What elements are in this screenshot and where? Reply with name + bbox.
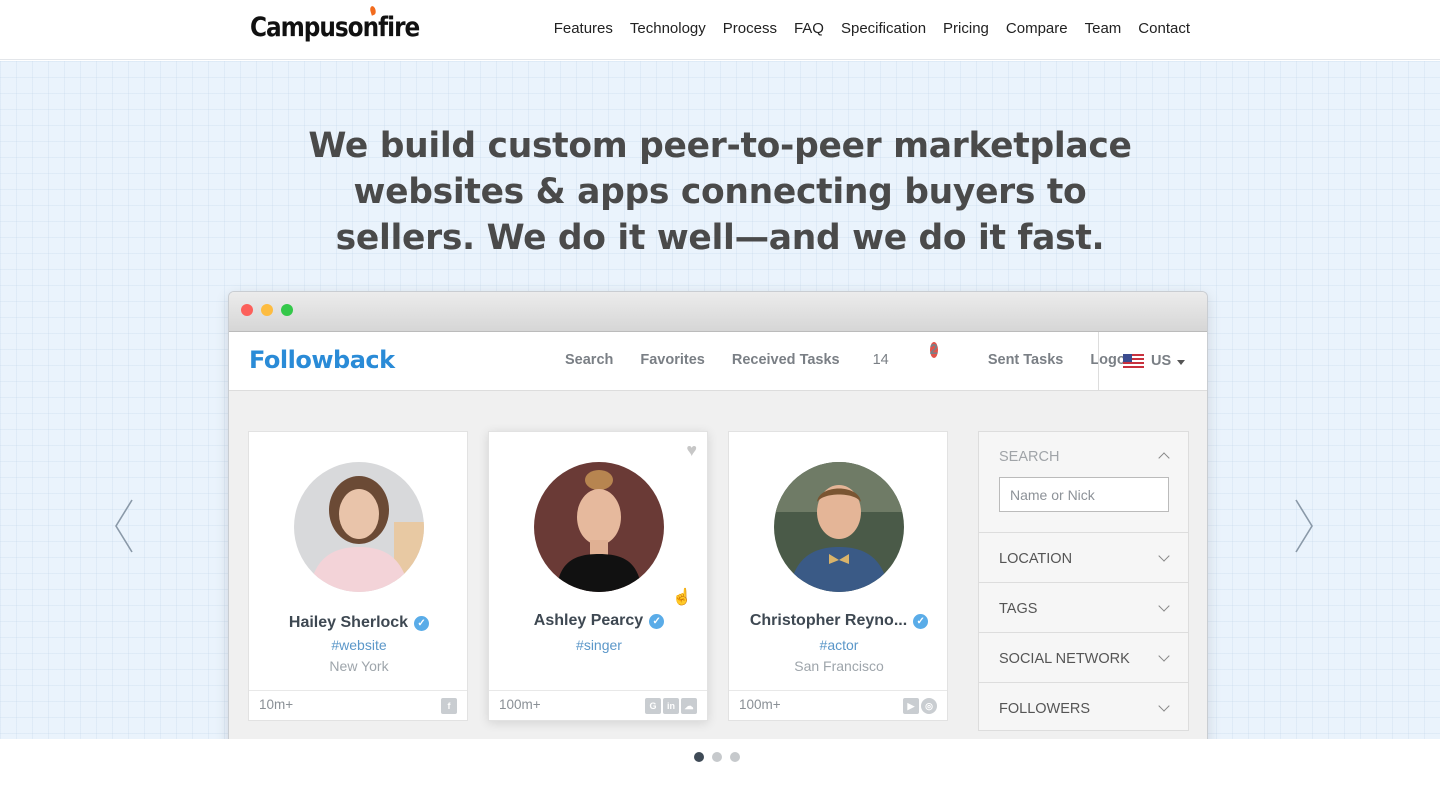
carousel-dot[interactable] xyxy=(712,752,722,762)
minimize-dot-icon xyxy=(261,304,273,316)
site-logo[interactable]: Campusonfire xyxy=(250,5,420,43)
favorite-heart-icon[interactable]: ♥ xyxy=(686,440,697,461)
avatar xyxy=(534,462,664,592)
received-tasks-label: Received Tasks xyxy=(731,352,840,368)
followers-count: 100m+ xyxy=(739,697,781,712)
filter-followers[interactable]: FOLLOWERS xyxy=(979,683,1188,732)
notification-badge: 2 xyxy=(929,342,938,358)
app-header: Followback Search Favorites Received Tas… xyxy=(229,332,1207,391)
nav-features[interactable]: Features xyxy=(554,20,613,37)
carousel-dot[interactable] xyxy=(694,752,704,762)
main-nav: Features Technology Process FAQ Specific… xyxy=(537,20,1190,37)
caret-down-icon xyxy=(1177,360,1185,365)
nav-compare[interactable]: Compare xyxy=(1006,20,1068,37)
app-nav-sent-tasks[interactable]: Sent Tasks xyxy=(988,352,1064,368)
filter-location-label: LOCATION xyxy=(999,551,1073,567)
chevron-down-icon xyxy=(1158,550,1170,562)
verified-icon: ✓ xyxy=(414,616,430,631)
filter-tags[interactable]: TAGS xyxy=(979,583,1188,633)
hero-section: We build custom peer-to-peer marketplace… xyxy=(0,61,1440,739)
nav-process[interactable]: Process xyxy=(723,20,777,37)
verified-icon: ✓ xyxy=(649,614,665,629)
nav-contact[interactable]: Contact xyxy=(1138,20,1190,37)
facebook-icon[interactable]: f xyxy=(441,698,457,714)
hand-cursor-icon: ☝ xyxy=(672,589,692,606)
filter-social-network-label: SOCIAL NETWORK xyxy=(999,651,1130,667)
nav-specification[interactable]: Specification xyxy=(841,20,926,37)
us-flag-icon xyxy=(1123,354,1144,368)
profile-tag[interactable]: #singer xyxy=(489,637,709,653)
app-nav: Search Favorites Received Tasks 14 2 Sent … xyxy=(565,342,1166,368)
chevron-down-icon xyxy=(1158,700,1170,712)
filter-sidebar: SEARCH LOCATION TAGS SOCIAL NETWORK xyxy=(978,431,1189,731)
soundcloud-icon[interactable]: ☁ xyxy=(681,698,697,714)
linkedin-icon[interactable]: in xyxy=(663,698,679,714)
card-footer: 100m+ ▶ ◎ xyxy=(729,690,947,720)
received-tasks-count: 14 xyxy=(872,352,889,368)
app-nav-favorites[interactable]: Favorites xyxy=(640,352,704,368)
profile-tag[interactable]: #actor xyxy=(729,637,949,653)
filter-location[interactable]: LOCATION xyxy=(979,533,1188,583)
app-content: Hailey Sherlock ✓ #website New York 10m+ … xyxy=(229,391,1207,739)
carousel-next-icon[interactable] xyxy=(1292,498,1316,554)
nav-pricing[interactable]: Pricing xyxy=(943,20,989,37)
nav-technology[interactable]: Technology xyxy=(630,20,706,37)
profile-card[interactable]: Hailey Sherlock ✓ #website New York 10m+ … xyxy=(248,431,468,721)
avatar xyxy=(774,462,904,592)
card-footer: 100m+ G in ☁ xyxy=(489,690,707,720)
nav-team[interactable]: Team xyxy=(1085,20,1122,37)
profile-name[interactable]: Christopher Reyno... ✓ xyxy=(729,612,949,630)
carousel-dot[interactable] xyxy=(730,752,740,762)
profile-city: New York xyxy=(329,658,389,674)
verified-icon: ✓ xyxy=(913,614,929,629)
hero-headline: We build custom peer-to-peer marketplace… xyxy=(308,126,1132,258)
language-selector[interactable]: US xyxy=(1098,332,1207,391)
google-plus-icon[interactable]: G xyxy=(645,698,661,714)
chevron-down-icon xyxy=(1158,600,1170,612)
compass-icon[interactable]: ◎ xyxy=(921,698,937,714)
filter-social-network[interactable]: SOCIAL NETWORK xyxy=(979,633,1188,683)
filter-tags-label: TAGS xyxy=(999,601,1038,617)
followers-count: 10m+ xyxy=(259,697,294,712)
profile-name[interactable]: Hailey Sherlock ✓ xyxy=(249,614,469,632)
followers-count: 100m+ xyxy=(499,697,541,712)
youtube-icon[interactable]: ▶ xyxy=(903,698,919,714)
card-footer: 10m+ f xyxy=(249,690,467,720)
site-header: Campusonfire Features Technology Process… xyxy=(0,0,1440,60)
browser-titlebar xyxy=(229,292,1207,332)
carousel-indicators xyxy=(694,752,740,762)
app-nav-search[interactable]: Search xyxy=(565,352,613,368)
app-nav-received-tasks[interactable]: Received Tasks 14 2 xyxy=(731,342,951,368)
maximize-dot-icon xyxy=(281,304,293,316)
profile-tag[interactable]: #website xyxy=(249,637,469,653)
close-dot-icon xyxy=(241,304,253,316)
filter-search-section: SEARCH xyxy=(979,432,1188,533)
profile-city: San Francisco xyxy=(794,658,884,674)
profile-name[interactable]: Ashley Pearcy ✓ xyxy=(489,612,709,630)
filter-followers-label: FOLLOWERS xyxy=(999,701,1091,717)
profile-card[interactable]: Christopher Reyno... ✓ #actor San Francis… xyxy=(728,431,948,721)
profile-card[interactable]: ♥ Ashley Pearcy ✓ #singer 100m+ G in ☁ xyxy=(488,431,708,721)
browser-mockup: Followback Search Favorites Received Tas… xyxy=(228,291,1208,739)
avatar xyxy=(294,462,424,592)
chevron-down-icon xyxy=(1158,650,1170,662)
nav-faq[interactable]: FAQ xyxy=(794,20,824,37)
app-logo[interactable]: Followback xyxy=(249,346,395,374)
language-label: US xyxy=(1151,353,1172,369)
name-search-input[interactable] xyxy=(999,477,1169,512)
filter-search-label[interactable]: SEARCH xyxy=(999,449,1059,465)
chevron-up-icon[interactable] xyxy=(1158,452,1170,464)
carousel-prev-icon[interactable] xyxy=(112,498,136,554)
